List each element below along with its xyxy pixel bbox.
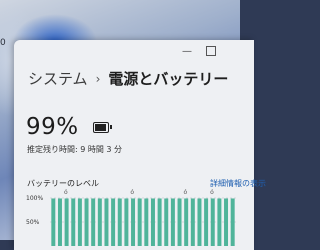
battery-level-bar[interactable] xyxy=(157,198,162,246)
battery-level-bar[interactable] xyxy=(71,198,76,246)
battery-level-bar[interactable] xyxy=(144,198,149,246)
breadcrumb-separator-icon: › xyxy=(95,71,101,86)
battery-status: 99% xyxy=(26,114,112,140)
battery-level-bar[interactable] xyxy=(230,198,235,246)
charging-plug-icon: ó xyxy=(210,189,214,196)
maximize-icon[interactable] xyxy=(206,46,216,56)
battery-level-bar[interactable] xyxy=(51,198,56,246)
battery-level-bar[interactable] xyxy=(131,198,136,246)
breadcrumb-system-link[interactable]: システム xyxy=(28,68,88,89)
battery-level-bar[interactable] xyxy=(150,198,155,246)
battery-level-bar[interactable] xyxy=(137,198,142,246)
battery-level-bar[interactable] xyxy=(224,198,229,246)
battery-level-bar[interactable] xyxy=(190,198,195,246)
battery-level-bar[interactable] xyxy=(204,198,209,246)
battery-percentage: 99% xyxy=(26,114,79,140)
page-title: 電源とバッテリー xyxy=(108,70,229,88)
y-tick-label: 100% xyxy=(26,195,43,202)
battery-fill xyxy=(94,123,106,131)
window-controls: — xyxy=(182,46,216,57)
battery-level-bar[interactable] xyxy=(170,198,175,246)
battery-level-bar[interactable] xyxy=(97,198,102,246)
battery-level-bar[interactable] xyxy=(64,198,69,246)
battery-level-chart: 100% 50% ó ó ó ó xyxy=(26,189,236,246)
battery-full-icon xyxy=(92,121,112,133)
settings-window: — システム › 電源とバッテリー 99% 推定残り時間: 9 時間 3 分 バ… xyxy=(14,40,266,250)
battery-level-bar[interactable] xyxy=(57,198,62,246)
minimize-icon[interactable]: — xyxy=(182,46,192,57)
battery-level-bar[interactable] xyxy=(111,198,116,246)
battery-level-bar[interactable] xyxy=(104,198,109,246)
battery-level-bar[interactable] xyxy=(91,198,96,246)
battery-level-bar[interactable] xyxy=(84,198,89,246)
battery-level-bar[interactable] xyxy=(177,198,182,246)
battery-level-bar[interactable] xyxy=(77,198,82,246)
battery-level-bar[interactable] xyxy=(184,198,189,246)
battery-level-bar[interactable] xyxy=(164,198,169,246)
y-tick-label: 50% xyxy=(26,219,40,226)
battery-level-bar[interactable] xyxy=(197,198,202,246)
breadcrumb: システム › 電源とバッテリー xyxy=(28,68,228,89)
battery-level-bar[interactable] xyxy=(210,198,215,246)
battery-level-bar[interactable] xyxy=(124,198,129,246)
battery-level-bar[interactable] xyxy=(117,198,122,246)
battery-tip xyxy=(109,125,112,129)
estimated-remaining-time: 推定残り時間: 9 時間 3 分 xyxy=(27,145,123,154)
charging-plug-icon: ó xyxy=(130,189,134,196)
battery-level-bar[interactable] xyxy=(217,198,222,246)
charging-plug-icon: ó xyxy=(64,189,68,196)
desktop-partial-text: 0 xyxy=(0,38,6,48)
charging-plug-icon: ó xyxy=(184,189,188,196)
